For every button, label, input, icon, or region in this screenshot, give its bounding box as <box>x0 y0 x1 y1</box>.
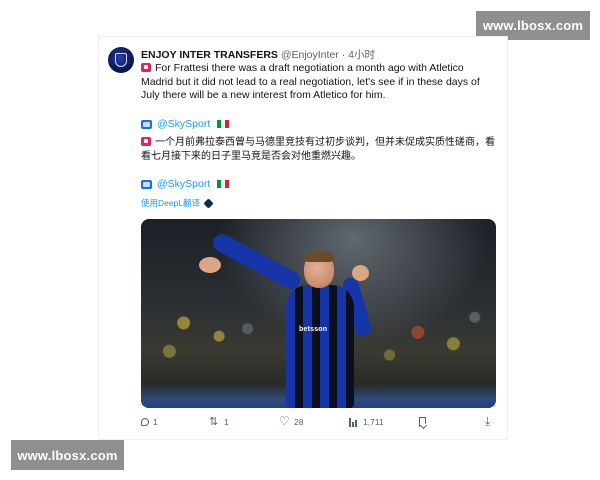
retweet-button[interactable]: 1 <box>209 415 229 428</box>
share-button[interactable] <box>485 414 496 429</box>
deepl-icon <box>203 197 214 209</box>
retweet-count: 1 <box>224 417 229 427</box>
tweet-photo[interactable]: betsson <box>141 219 496 408</box>
tweet-text-en-body: For Frattesi there was a draft negotiati… <box>141 62 480 101</box>
siren-icon <box>141 63 151 72</box>
source-tag-1-label[interactable]: @SkySport <box>157 118 210 130</box>
italy-flag-icon <box>217 120 230 128</box>
italy-flag-icon <box>217 180 230 188</box>
author-avatar[interactable] <box>108 47 134 73</box>
share-icon <box>485 414 496 429</box>
siren-icon <box>141 137 151 146</box>
translate-note-label[interactable]: 使用DeepL翻译 <box>141 197 200 209</box>
tweet-actions: 1 1 28 1,711 <box>141 414 496 431</box>
views-icon <box>349 417 359 427</box>
like-button[interactable]: 28 <box>279 414 304 428</box>
like-count: 28 <box>294 417 304 427</box>
player-left-hand <box>199 257 221 273</box>
tweet-time[interactable]: 4小时 <box>348 49 375 61</box>
source-tag-1[interactable]: @SkySport <box>141 118 230 130</box>
tv-icon <box>141 119 152 129</box>
retweet-icon <box>209 415 220 428</box>
tweet-text-zh: 一个月前弗拉泰西曾与马德里竞技有过初步谈判，但并未促成实质性磋商，看看七月接下来… <box>141 136 496 164</box>
heart-icon <box>279 414 290 428</box>
bookmark-button[interactable] <box>419 417 426 427</box>
inter-logo-icon <box>115 53 127 67</box>
reply-icon <box>141 418 149 426</box>
tweet-text-en: For Frattesi there was a draft negotiati… <box>141 62 496 103</box>
reply-count: 1 <box>153 417 158 427</box>
bookmark-icon <box>419 417 426 427</box>
author-handle[interactable]: @EnjoyInter <box>281 49 339 61</box>
reply-button[interactable]: 1 <box>141 417 158 427</box>
watermark-bottom: www.lbosx.com <box>11 440 124 470</box>
player-right-hand <box>352 265 369 281</box>
separator-dot: · <box>338 49 349 61</box>
player-jersey <box>286 285 354 408</box>
tweet-header: ENJOY INTER TRANSFERS @EnjoyInter · 4小时 <box>141 47 375 62</box>
tweet-text-zh-body: 一个月前弗拉泰西曾与马德里竞技有过初步谈判，但并未促成实质性磋商，看看七月接下来… <box>141 137 495 162</box>
jersey-sponsor: betsson <box>299 326 328 333</box>
source-tag-2-label[interactable]: @SkySport <box>157 178 210 190</box>
player-hair <box>304 251 334 262</box>
author-name[interactable]: ENJOY INTER TRANSFERS <box>141 49 278 61</box>
views-count: 1,711 <box>363 417 384 427</box>
tv-icon <box>141 179 152 189</box>
source-tag-2[interactable]: @SkySport <box>141 178 230 190</box>
views-button[interactable]: 1,711 <box>349 417 384 427</box>
translate-note[interactable]: 使用DeepL翻译 <box>141 197 214 209</box>
